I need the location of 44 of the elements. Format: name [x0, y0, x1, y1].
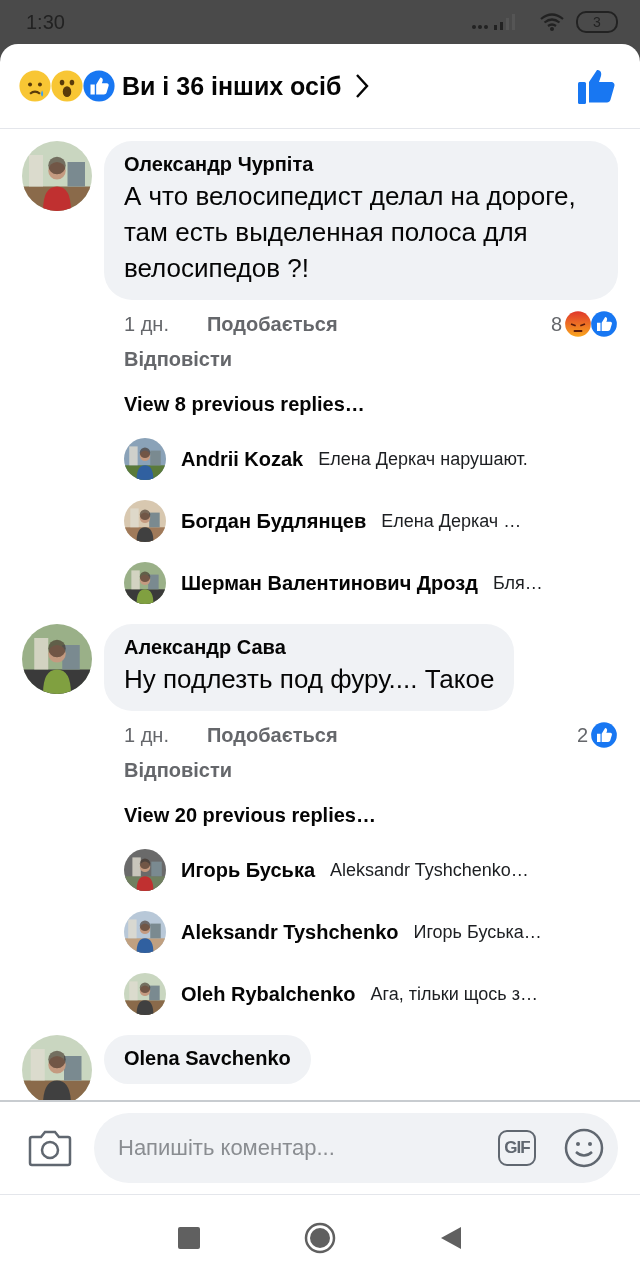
author-name-link[interactable]: Olena Savchenko [124, 1047, 291, 1070]
smiley-icon[interactable] [564, 1128, 604, 1168]
home-button-icon[interactable] [304, 1221, 336, 1254]
like-reaction-icon [82, 69, 116, 103]
reply-preview[interactable]: Aleksandr Tyshchenko… [330, 859, 529, 881]
like-link[interactable]: Подобається [206, 312, 338, 336]
reply-author-link[interactable]: Богдан Будлянцев [181, 509, 367, 533]
like-reaction-icon [590, 310, 618, 338]
reply-author-link[interactable]: Aleksandr Tyshchenko [181, 920, 399, 944]
reply-author-link[interactable]: Andrii Kozak [181, 447, 304, 471]
reply-author-link[interactable]: Игорь Буська [181, 858, 315, 882]
reply-preview[interactable]: Бля… [492, 572, 543, 594]
reply-author-link[interactable]: Oleh Rybalchenko [181, 982, 356, 1006]
reply-preview[interactable]: Ага, тільки щось з… [370, 983, 538, 1005]
timestamp: 1 дн. [124, 723, 169, 747]
gif-button[interactable]: GIF [498, 1130, 536, 1166]
wow-reaction-icon [50, 69, 84, 103]
comment-text: Ну подлезть под фуру.... Такое [124, 663, 495, 696]
wifi-icon [540, 12, 564, 32]
author-name-link[interactable]: Олександр Чурпіта [124, 153, 598, 176]
back-button-icon[interactable] [440, 1225, 462, 1250]
reply-link[interactable]: Відповісти [104, 348, 233, 371]
reply-author-link[interactable]: Шерман Валентинович Дрозд [181, 571, 478, 595]
reaction-count: 2 [576, 723, 588, 747]
chevron-right-icon[interactable] [355, 73, 370, 99]
thumbs-up-icon[interactable] [578, 68, 616, 104]
reply-link[interactable]: Відповісти [104, 759, 233, 782]
author-name-link[interactable]: Александр Сава [124, 636, 495, 659]
recents-button-icon[interactable] [178, 1226, 200, 1249]
camera-icon[interactable] [28, 1129, 72, 1167]
view-replies-link[interactable]: View 20 previous replies… [104, 804, 376, 827]
reply-preview[interactable]: Елена Деркач нарушают. [318, 448, 528, 470]
reply-preview[interactable]: Игорь Буська… [413, 921, 542, 943]
reply-preview[interactable]: Елена Деркач … [381, 510, 522, 532]
like-reaction-icon [590, 721, 618, 749]
comment-input-field[interactable]: Напишіть коментар... GIF [94, 1113, 618, 1183]
angry-reaction-icon [564, 310, 592, 338]
comment-text: А что велосипедист делал на дороге, там есть выделенная полоса для велосипедов ?! [124, 180, 577, 285]
reactions-summary-link[interactable]: Ви і 36 інших осіб [122, 71, 342, 101]
sad-reaction-icon [18, 69, 52, 103]
like-link[interactable]: Подобається [206, 723, 338, 747]
reaction-count: 8 [550, 312, 562, 336]
view-replies-link[interactable]: View 8 previous replies… [104, 393, 365, 416]
timestamp: 1 дн. [124, 312, 169, 336]
